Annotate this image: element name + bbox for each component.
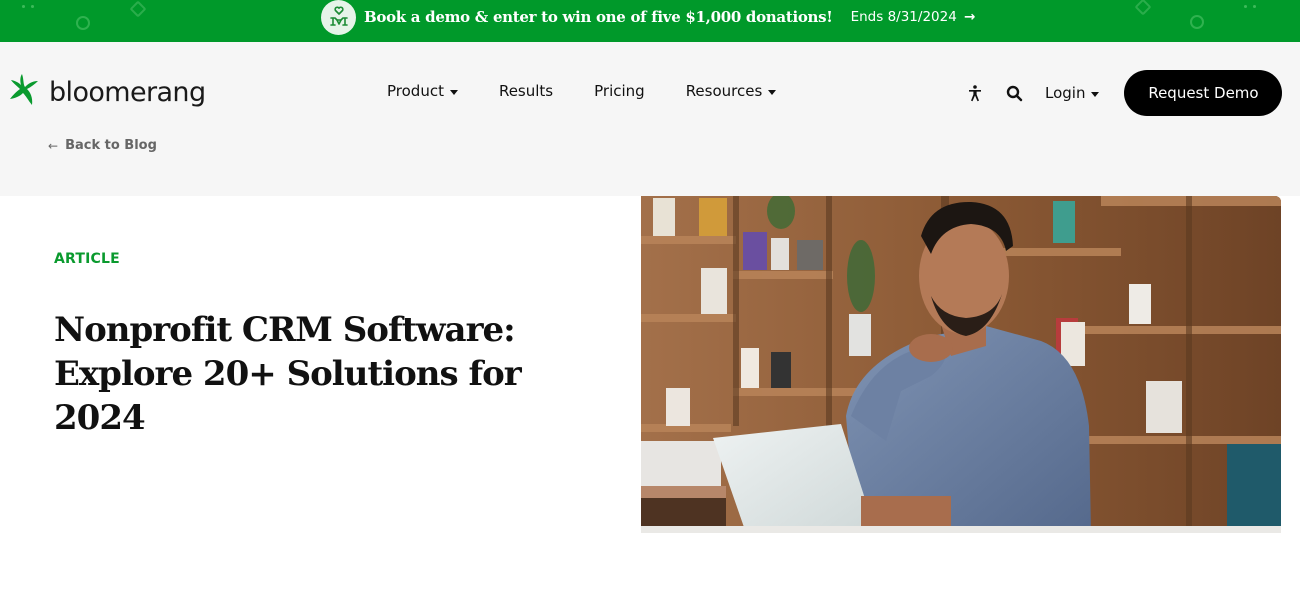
decorative-dots-icon	[1244, 5, 1256, 9]
nav-item-product[interactable]: Product	[387, 82, 458, 100]
hero-photo-illustration	[641, 196, 1281, 533]
chevron-down-icon	[449, 89, 458, 95]
main-nav: Product Results Pricing Resources	[387, 82, 817, 100]
logo[interactable]: bloomerang	[8, 72, 206, 113]
login-dropdown[interactable]: Login	[1045, 84, 1100, 102]
site-header: bloomerang Product Results Pricing Resou…	[0, 42, 1300, 196]
hero-photo	[641, 196, 1281, 533]
hero-text-panel: ARTICLE Nonprofit CRM Software: Explore …	[2, 196, 641, 533]
nav-item-label: Resources	[685, 82, 763, 100]
page-title: Nonprofit CRM Software: Explore 20+ Solu…	[54, 310, 522, 438]
decorative-dots-icon	[22, 5, 34, 9]
promo-ends-text: Ends 8/31/2024	[850, 9, 957, 25]
decorative-diamond-icon	[1134, 0, 1152, 16]
promo-banner[interactable]: Book a demo & enter to win one of five $…	[0, 0, 1300, 42]
login-label: Login	[1045, 84, 1086, 102]
nav-item-results[interactable]: Results	[499, 82, 553, 100]
promo-content[interactable]: Book a demo & enter to win one of five $…	[321, 0, 976, 35]
decorative-diamond-icon	[129, 0, 147, 18]
nav-item-label: Product	[387, 82, 444, 100]
article-eyebrow: ARTICLE	[54, 251, 120, 267]
promo-text[interactable]: Book a demo & enter to win one of five $…	[364, 8, 833, 26]
decorative-ring-icon	[1190, 15, 1204, 29]
nav-item-pricing[interactable]: Pricing	[594, 82, 645, 100]
header-tools: Login Request Demo	[966, 70, 1283, 116]
page-bottom-space	[0, 533, 1300, 594]
search-icon[interactable]	[1005, 84, 1023, 102]
back-to-blog-link[interactable]: ← Back to Blog	[48, 138, 157, 153]
request-demo-button[interactable]: Request Demo	[1124, 70, 1283, 116]
hero-card: ARTICLE Nonprofit CRM Software: Explore …	[2, 196, 1281, 533]
nav-item-label: Pricing	[594, 82, 645, 100]
back-link-label: Back to Blog	[65, 138, 157, 153]
chevron-down-icon	[1091, 91, 1100, 97]
nav-item-resources[interactable]: Resources	[686, 82, 777, 100]
bloomerang-star-icon	[8, 72, 42, 113]
nav-item-label: Results	[498, 82, 554, 100]
chevron-down-icon	[768, 89, 777, 95]
decorative-ring-icon	[76, 16, 90, 30]
logo-wordmark: bloomerang	[49, 77, 206, 108]
promo-ends-link[interactable]: Ends 8/31/2024 →	[851, 9, 976, 25]
arrow-right-icon: →	[964, 9, 976, 25]
heart-hands-icon	[321, 0, 356, 35]
arrow-left-icon: ←	[48, 138, 59, 153]
accessibility-icon[interactable]	[966, 84, 984, 102]
